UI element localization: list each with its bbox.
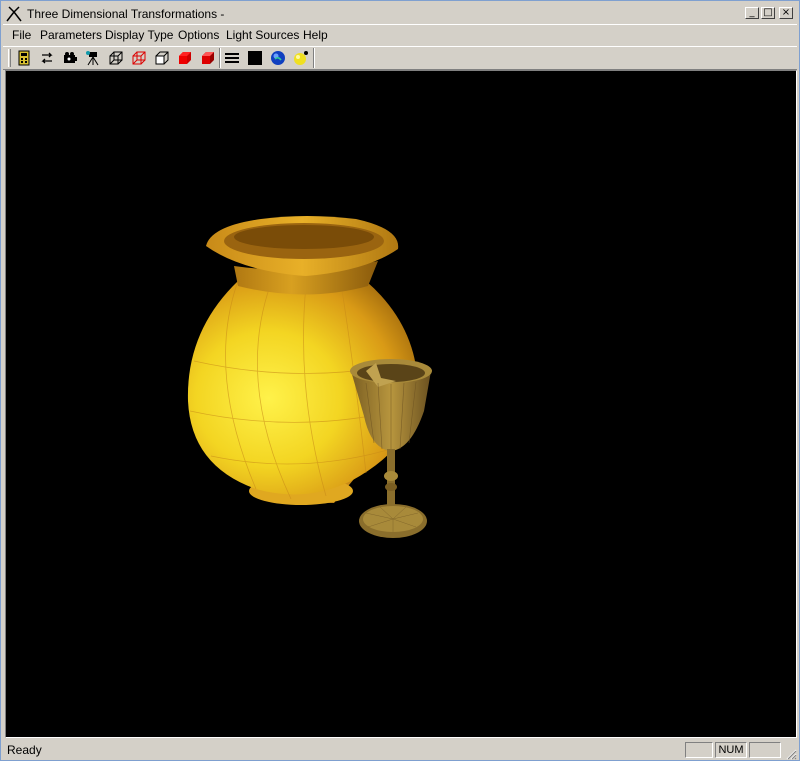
maximize-button[interactable]: □ xyxy=(761,7,775,19)
menu-options[interactable]: Options xyxy=(178,27,219,43)
status-bar: Ready NUM xyxy=(3,740,797,760)
status-text: Ready xyxy=(7,743,42,757)
status-indicator-num: NUM xyxy=(715,742,747,758)
menu-light-sources[interactable]: Light Sources xyxy=(226,27,299,43)
black-square-icon[interactable] xyxy=(245,49,265,67)
window-title: Three Dimensional Transformations - xyxy=(27,7,225,21)
red-wireframe-cube-icon[interactable] xyxy=(129,49,149,67)
menu-file[interactable]: File xyxy=(12,27,31,43)
scene-canvas xyxy=(187,216,432,538)
shaded-red-cube-icon[interactable] xyxy=(198,49,218,67)
toolbar-separator xyxy=(313,48,315,68)
menu-parameters[interactable]: Parameters xyxy=(40,27,102,43)
resize-grip-icon[interactable] xyxy=(785,748,797,760)
title-bar[interactable]: Three Dimensional Transformations - _ □ … xyxy=(3,3,797,25)
calculator-icon[interactable] xyxy=(14,49,34,67)
menu-bar: File Parameters Display Type Options Lig… xyxy=(3,25,797,45)
rotate-icon[interactable] xyxy=(37,49,57,67)
minimize-button[interactable]: _ xyxy=(745,7,759,19)
menu-display-type[interactable]: Display Type xyxy=(105,27,173,43)
blue-sphere-icon[interactable] xyxy=(268,49,288,67)
wireframe-cube-icon[interactable] xyxy=(106,49,126,67)
camera-icon[interactable] xyxy=(60,49,80,67)
menu-help[interactable]: Help xyxy=(303,27,328,43)
yellow-sphere-light-icon[interactable] xyxy=(291,49,311,67)
render-viewport[interactable] xyxy=(5,70,797,738)
tripod-camera-icon[interactable] xyxy=(83,49,103,67)
close-button[interactable]: × xyxy=(779,7,793,19)
status-indicator-scroll xyxy=(749,742,781,758)
toolbar-grip[interactable] xyxy=(8,49,11,67)
toolbar xyxy=(3,46,797,70)
app-icon xyxy=(6,6,22,22)
lines-icon[interactable] xyxy=(222,49,242,67)
app-window: Three Dimensional Transformations - _ □ … xyxy=(0,0,800,761)
hidden-line-cube-icon[interactable] xyxy=(152,49,172,67)
solid-red-cube-icon[interactable] xyxy=(175,49,195,67)
status-indicator-caps xyxy=(685,742,713,758)
toolbar-separator xyxy=(219,48,221,68)
